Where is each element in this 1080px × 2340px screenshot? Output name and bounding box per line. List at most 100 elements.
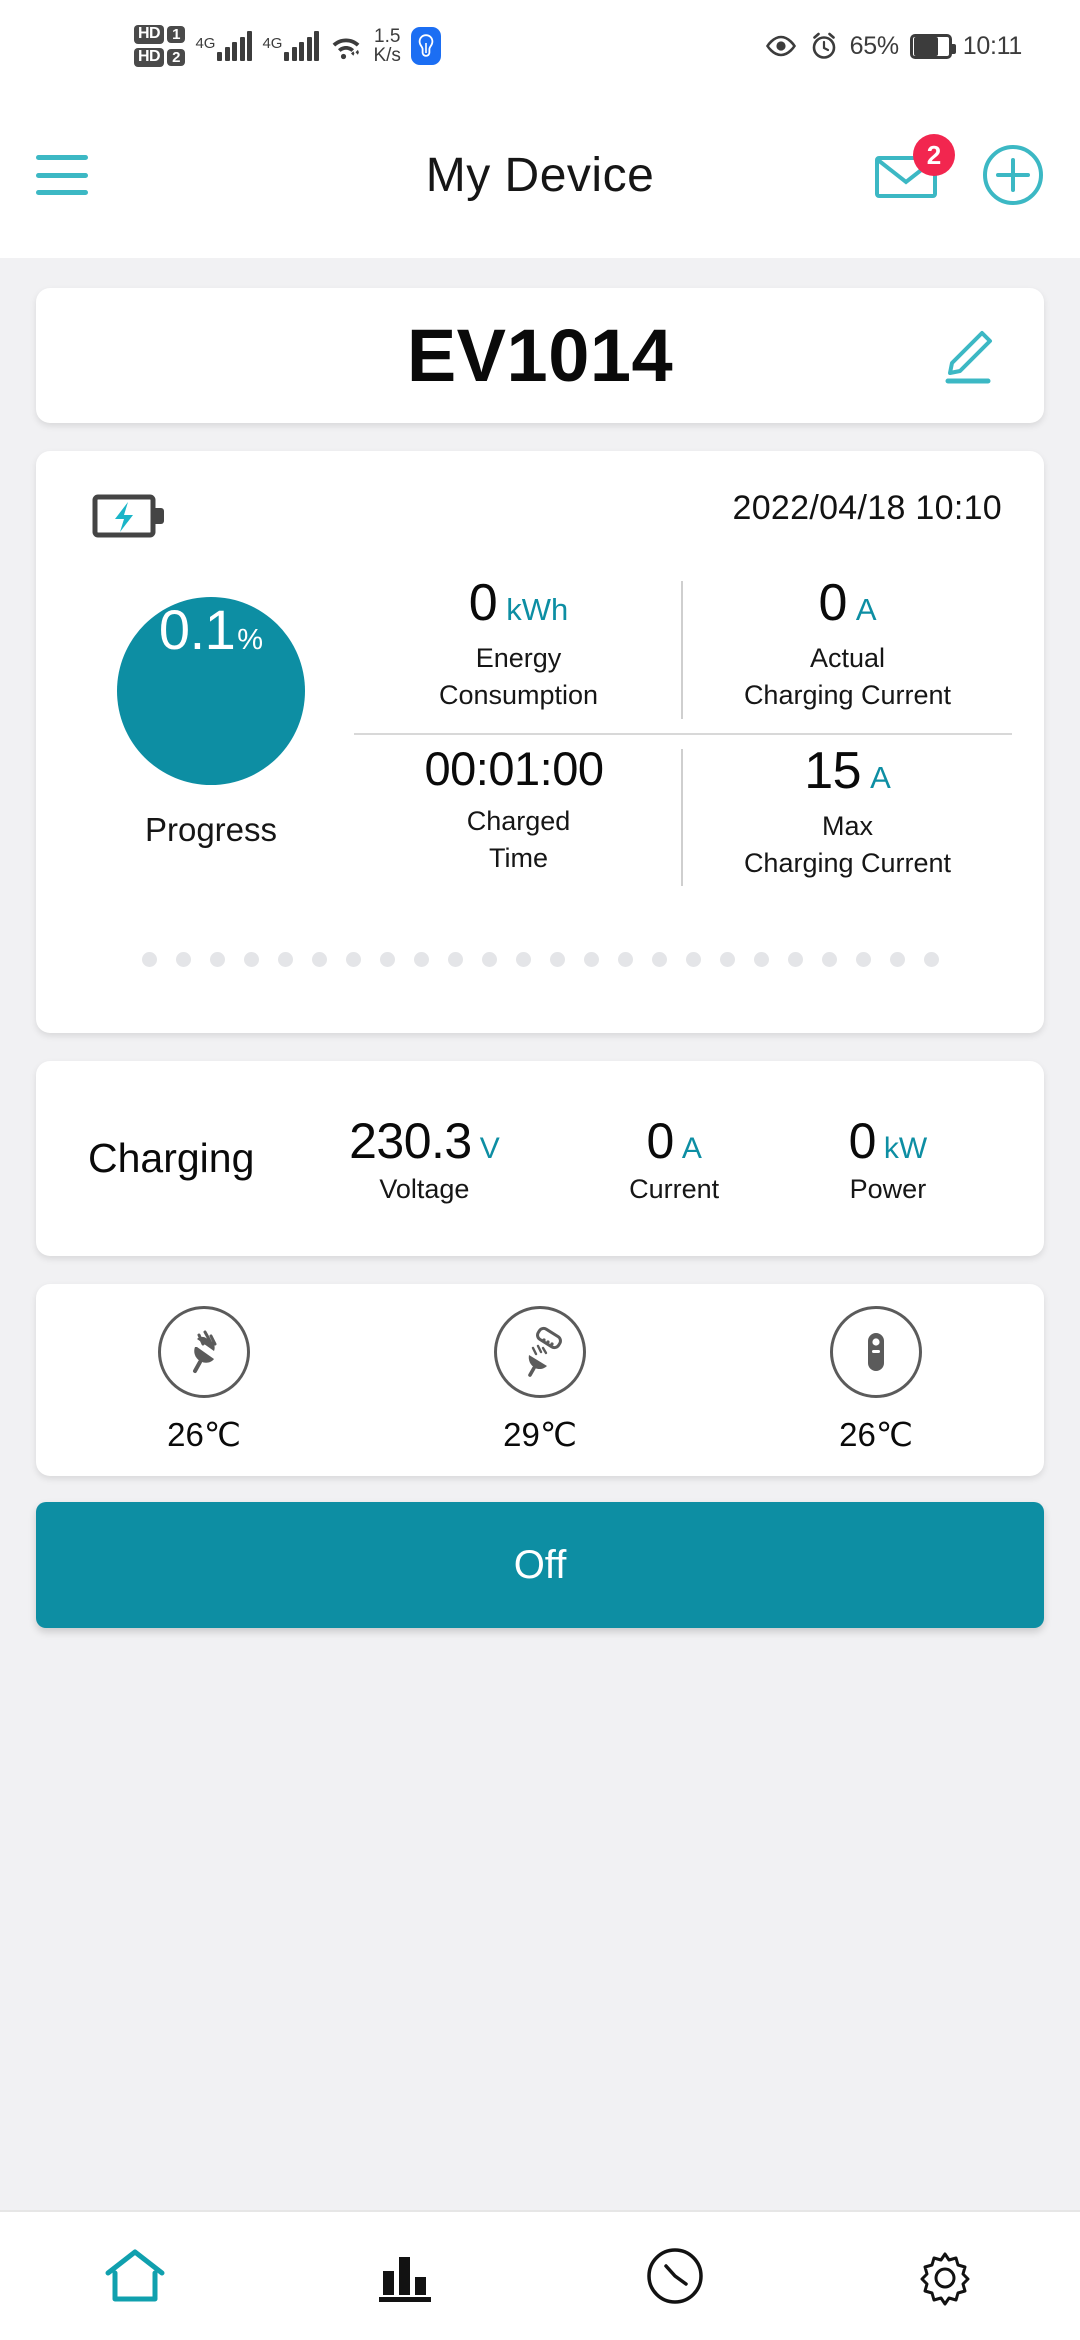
metric-max-charging-current: 15 A Max Charging Current bbox=[683, 735, 1012, 901]
ev-connector-icon bbox=[830, 1306, 922, 1398]
signal-bars-icon-sim1: 4G bbox=[195, 31, 253, 61]
status-card-header: 2022/04/18 10:10 bbox=[68, 485, 1012, 541]
metric-label-line1: Actual bbox=[809, 643, 886, 673]
metric-label-line2: Consumption bbox=[438, 680, 599, 711]
progress-dot bbox=[243, 952, 259, 967]
bottom-navigation bbox=[0, 2210, 1080, 2340]
progress-dot bbox=[549, 952, 565, 967]
nav-item-schedule[interactable] bbox=[540, 2245, 810, 2307]
progress-dot bbox=[855, 952, 871, 967]
charging-metric-power: 0 kW Power bbox=[849, 1112, 928, 1205]
metric-unit: A bbox=[855, 592, 877, 627]
status-bar-right: 65% 10:11 bbox=[764, 31, 1022, 61]
metric-label-line1: Energy bbox=[475, 643, 562, 673]
metric-label-line2: Charging Current bbox=[743, 847, 952, 878]
charging-metric-unit: kW bbox=[883, 1132, 928, 1165]
metric-unit: kWh bbox=[506, 592, 569, 627]
device-name-card[interactable]: EV1014 bbox=[36, 288, 1044, 423]
progress-dot bbox=[141, 952, 157, 967]
home-icon bbox=[105, 2249, 165, 2302]
progress-dot bbox=[379, 952, 395, 967]
eye-icon bbox=[765, 35, 796, 57]
temperature-item-plug: 26℃ bbox=[36, 1306, 372, 1454]
signal-bars-icon-sim2: 4G bbox=[262, 31, 320, 61]
metric-charged-time: 00:01:00 Charged Time bbox=[354, 735, 683, 901]
charging-card-title: Charging bbox=[88, 1135, 255, 1181]
progress-dot bbox=[821, 952, 837, 967]
progress-dot bbox=[617, 952, 633, 967]
status-bar: HD 1 HD 2 4G 4G 1.5 K/s 65% 10:11 bbox=[0, 0, 1080, 92]
progress-dot bbox=[413, 952, 429, 967]
alarm-clock-icon bbox=[812, 32, 835, 59]
metric-unit: A bbox=[870, 759, 891, 795]
metric-energy-consumption: 0 kWh Energy Consumption bbox=[354, 567, 683, 735]
nav-item-settings[interactable] bbox=[810, 2245, 1080, 2307]
app-screen: HD 1 HD 2 4G 4G 1.5 K/s 65% 10:11 My Dev… bbox=[0, 0, 1080, 2340]
lightbulb-icon bbox=[410, 27, 441, 65]
status-bar-left: HD 1 HD 2 4G 4G 1.5 K/s bbox=[134, 25, 441, 67]
add-circle-icon[interactable] bbox=[982, 144, 1044, 206]
charging-metric-voltage: 230.3 V Voltage bbox=[349, 1112, 500, 1205]
charging-metric-value: 0 bbox=[646, 1113, 675, 1169]
network-speed: 1.5 K/s bbox=[373, 27, 400, 65]
progress-section: 0.1 % Progress bbox=[68, 567, 354, 849]
hamburger-menu-icon[interactable] bbox=[36, 155, 88, 195]
bar-chart-icon bbox=[379, 2257, 431, 2302]
temperature-item-connector: 26℃ bbox=[708, 1306, 1044, 1454]
battery-charging-icon bbox=[92, 494, 164, 538]
metric-value: 0 bbox=[818, 574, 847, 632]
metric-label-line2: Time bbox=[489, 842, 548, 873]
charging-metric-label: Voltage bbox=[379, 1174, 470, 1204]
signal-bars-icon bbox=[217, 31, 253, 61]
pencil-edit-icon[interactable] bbox=[936, 325, 998, 387]
metrics-grid: 0 kWh Energy Consumption 0A Actual Charg… bbox=[354, 567, 1012, 900]
progress-dot bbox=[787, 952, 803, 967]
charging-metric-value: 0 bbox=[848, 1113, 877, 1169]
progress-dot bbox=[277, 952, 293, 967]
battery-percent: 65% bbox=[849, 31, 899, 60]
progress-dot bbox=[515, 952, 531, 967]
progress-dots bbox=[68, 900, 1012, 1033]
metric-value: 15 bbox=[804, 741, 862, 800]
device-name: EV1014 bbox=[406, 314, 674, 397]
metric-value: 00:01:00 bbox=[424, 741, 604, 795]
temperature-card: 26℃ 29℃ 26℃ bbox=[36, 1284, 1044, 1476]
charging-values-card: Charging 230.3 V Voltage 0A Current 0kW … bbox=[36, 1061, 1044, 1256]
progress-dot bbox=[753, 952, 769, 967]
progress-value: 0.1 bbox=[158, 598, 236, 661]
nav-item-statistics[interactable] bbox=[270, 2247, 540, 2305]
charging-metric-value: 230.3 bbox=[349, 1113, 472, 1169]
charging-metric-unit: V bbox=[479, 1132, 500, 1165]
nav-item-home[interactable] bbox=[0, 2246, 270, 2306]
progress-unit: % bbox=[237, 624, 264, 656]
temperature-value: 29℃ bbox=[503, 1416, 577, 1453]
charging-metric-current: 0A Current bbox=[629, 1112, 719, 1205]
metric-value: 0 bbox=[468, 574, 498, 632]
network-speed-unit: K/s bbox=[373, 45, 401, 66]
temperature-value: 26℃ bbox=[167, 1416, 241, 1453]
main-content: EV1014 2022/04/18 10:10 0.1 % Progress 0… bbox=[0, 288, 1080, 1628]
progress-dot bbox=[719, 952, 735, 967]
sim1-number: 1 bbox=[167, 25, 186, 44]
metric-label-line1: Max bbox=[821, 810, 873, 841]
sim2-network-label: 4G bbox=[262, 35, 283, 52]
metric-actual-charging-current: 0A Actual Charging Current bbox=[683, 567, 1012, 735]
progress-dot bbox=[923, 952, 939, 967]
progress-dot bbox=[685, 952, 701, 967]
progress-circle: 0.1 % bbox=[117, 597, 305, 785]
progress-dot bbox=[209, 952, 225, 967]
progress-dot bbox=[311, 952, 327, 967]
gear-settings-icon bbox=[920, 2252, 970, 2306]
power-toggle-button[interactable]: Off bbox=[36, 1502, 1044, 1628]
status-bar-clock: 10:11 bbox=[962, 31, 1023, 60]
mail-button[interactable]: 2 bbox=[874, 134, 955, 199]
hd-badge-icon: HD bbox=[134, 25, 165, 44]
app-header: My Device 2 bbox=[0, 92, 1080, 258]
progress-dot bbox=[889, 952, 905, 967]
progress-dot bbox=[175, 952, 191, 967]
metric-label-line2: Charging Current bbox=[743, 680, 952, 711]
wifi-icon bbox=[333, 38, 360, 60]
status-timestamp: 2022/04/18 10:10 bbox=[732, 489, 1002, 527]
sim2-number: 2 bbox=[167, 48, 186, 67]
plug-socket-icon bbox=[494, 1306, 586, 1398]
